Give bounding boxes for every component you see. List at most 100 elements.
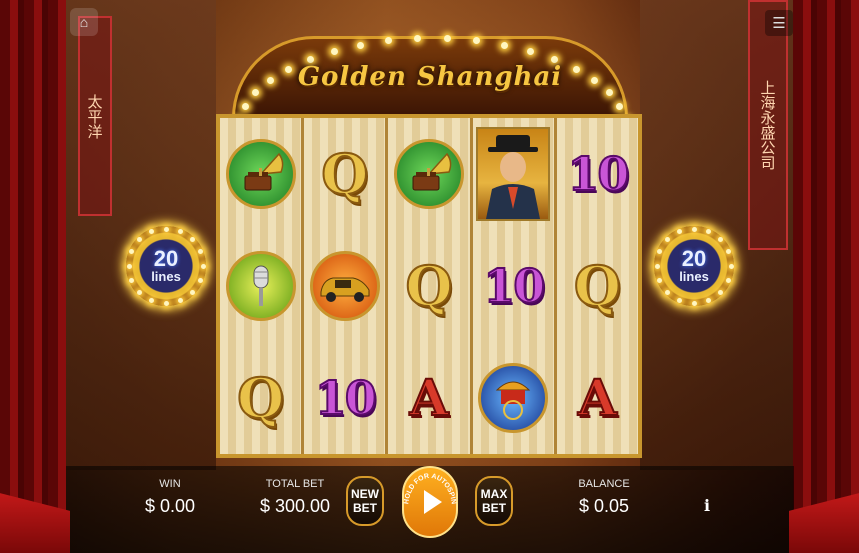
symbol-A: A bbox=[409, 368, 450, 427]
marquee-bulb bbox=[357, 41, 365, 49]
reel-5: 10 Q A bbox=[556, 118, 639, 454]
balance-value: $ 0.05 bbox=[578, 496, 630, 516]
total-bet-value: $ 300.00 bbox=[259, 496, 331, 516]
badge-bulb bbox=[177, 229, 183, 235]
badge-bulb bbox=[129, 277, 135, 283]
badge-bulb bbox=[137, 237, 143, 243]
lines-count: 20 bbox=[153, 245, 179, 271]
badge-bulb bbox=[129, 249, 135, 255]
reel-cell: 10 bbox=[304, 342, 385, 454]
badge-bulb bbox=[189, 237, 195, 243]
badge-bulb bbox=[665, 237, 671, 243]
badge-bulb bbox=[665, 289, 671, 295]
marquee-bulb bbox=[472, 37, 480, 45]
sign-text: 太平洋 bbox=[85, 93, 104, 139]
marquee-bulb bbox=[616, 102, 624, 110]
badge-bulb bbox=[677, 297, 683, 303]
badge-bulb bbox=[197, 249, 203, 255]
reel-cell: Q bbox=[557, 230, 638, 342]
game-title: Golden Shanghai bbox=[297, 62, 563, 92]
badge-bulb bbox=[705, 297, 711, 303]
badge-bulb bbox=[163, 300, 169, 306]
home-button[interactable]: ⌂ bbox=[70, 8, 98, 36]
marquee-bulb bbox=[385, 37, 393, 45]
reel-2: Q 10 bbox=[304, 118, 389, 454]
vintage-car-icon bbox=[309, 251, 380, 321]
reel-cell: A bbox=[388, 342, 469, 454]
badge-bulb bbox=[654, 263, 660, 269]
gramophone-icon bbox=[394, 139, 464, 209]
reel-3: QA bbox=[388, 118, 473, 454]
badge-bulb bbox=[126, 263, 132, 269]
badge-bulb bbox=[691, 226, 697, 232]
gramophone-icon bbox=[225, 139, 296, 209]
symbol-Q: Q bbox=[236, 366, 285, 430]
svg-text:HOLD FOR AUTOSPIN: HOLD FOR AUTOSPIN bbox=[403, 473, 457, 505]
badge-bulb bbox=[725, 249, 731, 255]
symbol-10: 10 bbox=[314, 371, 378, 425]
autospin-hint-text: HOLD FOR AUTOSPIN bbox=[403, 473, 457, 505]
symbol-Q: Q bbox=[573, 254, 622, 318]
curtain-right bbox=[793, 0, 859, 553]
badge-bulb bbox=[189, 289, 195, 295]
marquee-bulb bbox=[443, 35, 451, 43]
reel-1: Q bbox=[220, 118, 305, 454]
badge-bulb bbox=[177, 297, 183, 303]
symbol-10: 10 bbox=[482, 259, 546, 313]
lines-badge-right: 20 lines bbox=[654, 226, 734, 306]
badge-bulb bbox=[657, 277, 663, 283]
game-stage: 太平洋 上海永盛公司 ⌂ ☰ Golden Shanghai 20 lines … bbox=[0, 0, 859, 553]
badge-bulb bbox=[149, 229, 155, 235]
home-icon: ⌂ bbox=[79, 14, 89, 30]
badge-bulb bbox=[705, 229, 711, 235]
reel-cell bbox=[473, 118, 554, 230]
badge-bulb bbox=[717, 289, 723, 295]
autospin-hint: HOLD FOR AUTOSPIN bbox=[403, 473, 457, 505]
menu-icon: ☰ bbox=[772, 15, 786, 32]
badge-bulb bbox=[163, 226, 169, 232]
symbol-Q: Q bbox=[320, 142, 369, 206]
reel-cell: Q bbox=[304, 118, 385, 230]
lines-badge-left: 20 lines bbox=[126, 226, 206, 306]
reel-cell: A bbox=[557, 342, 638, 454]
lines-label: lines bbox=[151, 268, 181, 284]
badge-bulb bbox=[200, 263, 206, 269]
symbol-Q: Q bbox=[404, 254, 453, 318]
badge-bulb bbox=[137, 289, 143, 295]
reel-cell bbox=[220, 118, 301, 230]
marquee-bulb bbox=[500, 41, 508, 49]
info-button[interactable]: i bbox=[704, 496, 710, 515]
sign-text: 上海永盛公司 bbox=[758, 80, 777, 170]
badge-bulb bbox=[725, 277, 731, 283]
background-sign-right: 上海永盛公司 bbox=[748, 0, 788, 250]
reel-cell: 10 bbox=[557, 118, 638, 230]
background-sign-left: 太平洋 bbox=[78, 16, 112, 216]
reel-cell bbox=[388, 118, 469, 230]
balance-label: BALANCE bbox=[578, 478, 630, 490]
reel-cell bbox=[220, 230, 301, 342]
symbol-A: A bbox=[577, 368, 618, 427]
microphone-icon bbox=[225, 251, 296, 321]
reel-cell bbox=[304, 230, 385, 342]
curtain-left bbox=[0, 0, 66, 553]
rickshaw-icon bbox=[478, 363, 549, 433]
new-bet-button[interactable]: NEW BET bbox=[346, 476, 384, 526]
reel-cell: Q bbox=[220, 342, 301, 454]
lines-count: 20 bbox=[681, 245, 707, 271]
reel-cell bbox=[473, 342, 554, 454]
win-value: $ 0.00 bbox=[144, 496, 196, 516]
total-bet-label: TOTAL BET bbox=[265, 478, 325, 490]
reel-4: 10 bbox=[472, 118, 557, 454]
reel-grid: QQ 10 QA 10 10 Q A bbox=[216, 114, 642, 458]
badge-bulb bbox=[691, 300, 697, 306]
badge-bulb bbox=[657, 249, 663, 255]
marquee-bulb bbox=[527, 47, 534, 55]
menu-button[interactable]: ☰ bbox=[765, 10, 793, 36]
marquee-bulb bbox=[241, 102, 249, 110]
badge-bulb bbox=[149, 297, 155, 303]
max-bet-button[interactable]: MAX BET bbox=[475, 476, 513, 526]
reel-cell: Q bbox=[388, 230, 469, 342]
badge-bulb bbox=[728, 263, 734, 269]
gangster-man-icon bbox=[476, 127, 551, 221]
symbol-10: 10 bbox=[566, 147, 630, 201]
